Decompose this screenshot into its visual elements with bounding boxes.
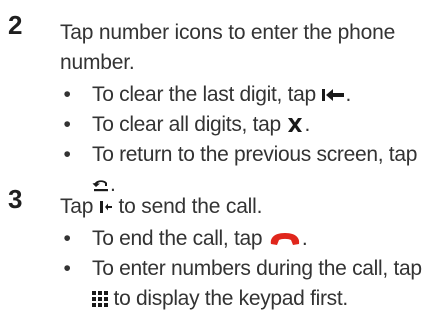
- instruction-text-before: Tap: [60, 195, 94, 218]
- bullet-text: To enter numbers during the call, tap: [92, 257, 422, 280]
- bullet-end-call: • To end the call, tap .: [60, 224, 435, 254]
- bullet-suffix: .: [345, 83, 351, 106]
- bullet-return-previous-screen: • To return to the previous screen, tap …: [60, 140, 435, 200]
- bullet-text: To clear all digits, tap: [92, 113, 281, 136]
- bullet-dot: •: [63, 143, 71, 166]
- bullet-suffix: .: [304, 113, 310, 136]
- bullet-text: To end the call, tap: [92, 227, 263, 250]
- step-number: 3: [8, 184, 23, 214]
- bullet-dot: •: [63, 227, 71, 250]
- clear-x-icon: [286, 117, 304, 133]
- step-instruction: Tap number icons to enter the phone numb…: [60, 21, 396, 74]
- send-call-icon: [99, 199, 113, 215]
- step-3-bullets: • To end the call, tap . • To enter numb…: [60, 224, 435, 314]
- bullet-dot: •: [63, 257, 71, 280]
- bullet-text: To return to the previous screen, tap: [92, 143, 418, 166]
- bullet-dot: •: [63, 83, 71, 106]
- step-2-bullets: • To clear the last digit, tap . • To cl…: [60, 80, 435, 200]
- bullet-dot: •: [63, 113, 71, 136]
- step-number: 2: [8, 10, 23, 40]
- end-call-handset-icon: [268, 230, 302, 248]
- backspace-icon: [321, 87, 345, 103]
- instruction-text-after: to send the call.: [118, 195, 263, 218]
- bullet-clear-all-digits: • To clear all digits, tap .: [60, 110, 435, 140]
- bullet-suffix: .: [301, 227, 308, 250]
- step-instruction: Tap to send the call.: [60, 192, 430, 222]
- bullet-suffix: to display the keypad first.: [113, 287, 349, 310]
- bullet-clear-last-digit: • To clear the last digit, tap .: [60, 80, 435, 110]
- keypad-icon: [92, 291, 108, 308]
- bullet-enter-numbers: • To enter numbers during the call, tap: [60, 254, 435, 314]
- manual-page: 2 Tap number icons to enter the phone nu…: [0, 0, 441, 314]
- bullet-text: To clear the last digit, tap: [92, 83, 316, 106]
